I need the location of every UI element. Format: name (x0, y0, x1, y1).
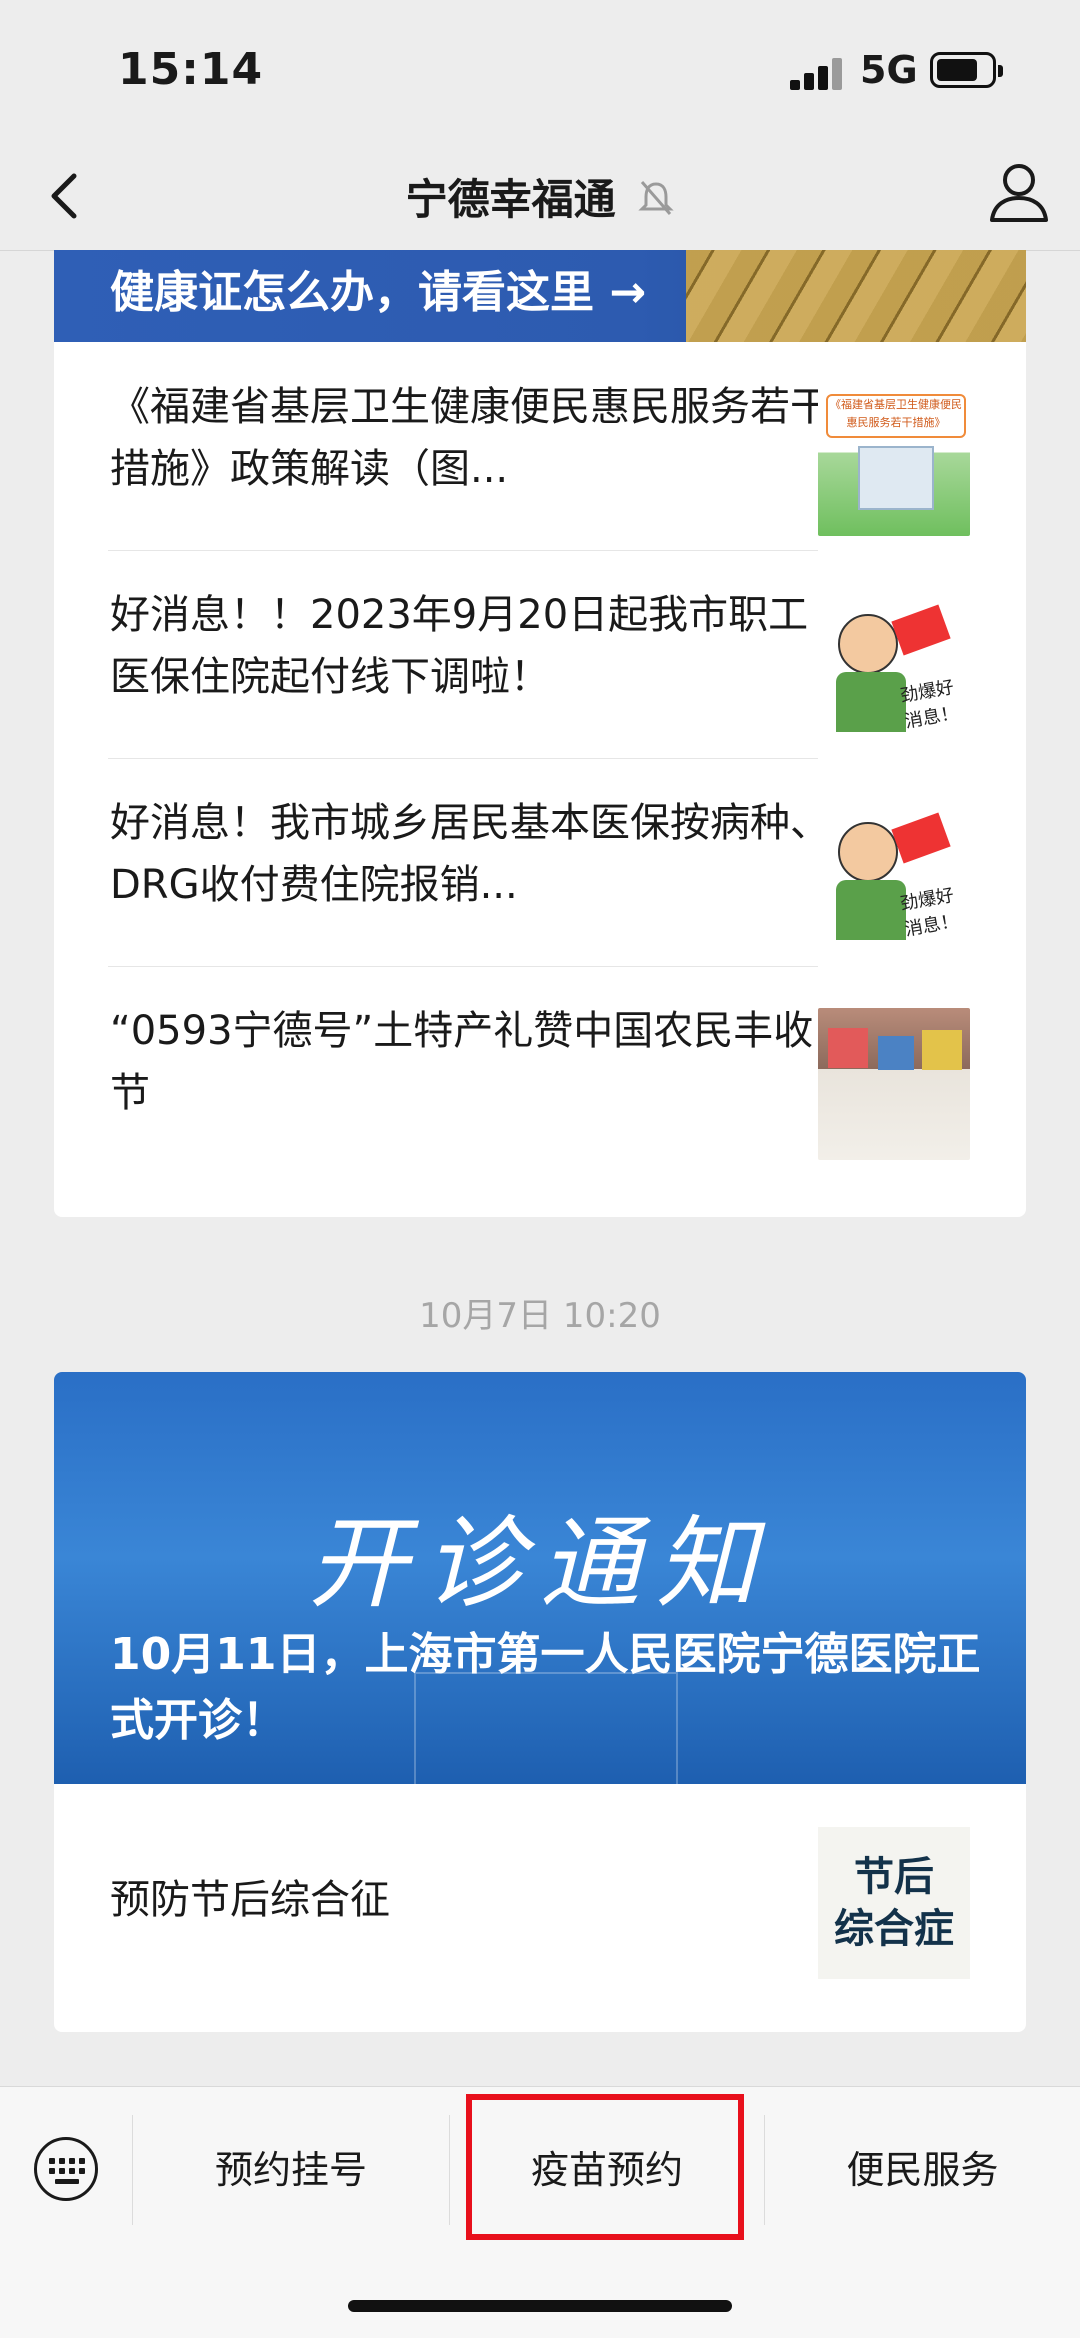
article-title[interactable]: 预防节后综合征 (110, 1867, 390, 1925)
page-title: 宁德幸福通 (0, 166, 1080, 228)
article-thumbnail: 劲爆好消息！ (818, 592, 970, 744)
article-item[interactable]: 《福建省基层卫生健康便民惠民服务若干措施》政策解读（图... 《福建省基层卫生健… (54, 342, 1026, 550)
menu-item-registration[interactable]: 预约挂号 (133, 2115, 449, 2225)
thumb-line: 节后 (854, 1854, 934, 1900)
thumb-caption: 劲爆好消息！ (898, 676, 961, 733)
article-list-card: 《福建省基层卫生健康便民惠民服务若干措施》政策解读（图... 《福建省基层卫生健… (54, 342, 1026, 1217)
nav-bar: 宁德幸福通 (0, 140, 1080, 251)
banner-text: 健康证怎么办，请看这里 → (110, 267, 647, 318)
battery-icon (930, 52, 1003, 88)
account-name: 宁德幸福通 (405, 175, 616, 224)
message-timestamp: 10月7日 10:20 (419, 1296, 661, 1336)
home-indicator[interactable] (348, 2300, 732, 2312)
menu-item-services[interactable]: 便民服务 (765, 2115, 1080, 2225)
banner-decoration (686, 250, 1026, 342)
article-title: 好消息！我市城乡居民基本医保按病种、DRG收付费住院报销... (110, 800, 830, 908)
network-type: 5G (860, 48, 918, 92)
article-thumbnail (818, 1008, 970, 1160)
hero-title: 10月11日，上海市第一人民医院宁德医院正式开诊！ (110, 1629, 981, 1746)
thumb-line: 综合症 (834, 1906, 954, 1952)
person-icon (990, 164, 1048, 222)
hero-heading: 开诊通知 (308, 1505, 772, 1622)
article-thumbnail: 节后 综合症 (818, 1827, 970, 1979)
hero-banner[interactable]: 开诊通知 10月11日，上海市第一人民医院宁德医院正式开诊！ (54, 1372, 1026, 1784)
signal-icon (790, 58, 844, 90)
article-card: 开诊通知 10月11日，上海市第一人民医院宁德医院正式开诊！ 预防节后综合征 节… (54, 1372, 1026, 2032)
article-item[interactable]: 好消息！！2023年9月20日起我市职工医保住院起付线下调啦！ 劲爆好消息！ (54, 550, 1026, 758)
status-time: 15:14 (118, 44, 264, 95)
article-title: 《福建省基层卫生健康便民惠民服务若干措施》政策解读（图... (110, 384, 830, 492)
article-item[interactable]: “0593宁德号”土特产礼赞中国农民丰收节 (54, 966, 1026, 1174)
highlight-box (466, 2094, 744, 2240)
article-title: “0593宁德号”土特产礼赞中国农民丰收节 (110, 1008, 814, 1116)
keyboard-toggle-icon[interactable] (34, 2137, 98, 2201)
profile-button[interactable] (986, 158, 1052, 228)
article-thumbnail: 劲爆好消息！ (818, 800, 970, 952)
banner-health-certificate[interactable]: 健康证怎么办，请看这里 → (54, 250, 1026, 342)
status-bar: 15:14 5G (0, 0, 1080, 140)
article-item[interactable]: 好消息！我市城乡居民基本医保按病种、DRG收付费住院报销... 劲爆好消息！ (54, 758, 1026, 966)
article-thumbnail: 《福建省基层卫生健康便民惠民服务若干措施》 (818, 384, 970, 536)
mute-bell-icon (638, 178, 674, 228)
thumb-caption: 劲爆好消息！ (898, 884, 961, 941)
article-title: 好消息！！2023年9月20日起我市职工医保住院起付线下调啦！ (110, 592, 809, 700)
thumb-caption: 《福建省基层卫生健康便民惠民服务若干措施》 (826, 394, 966, 438)
